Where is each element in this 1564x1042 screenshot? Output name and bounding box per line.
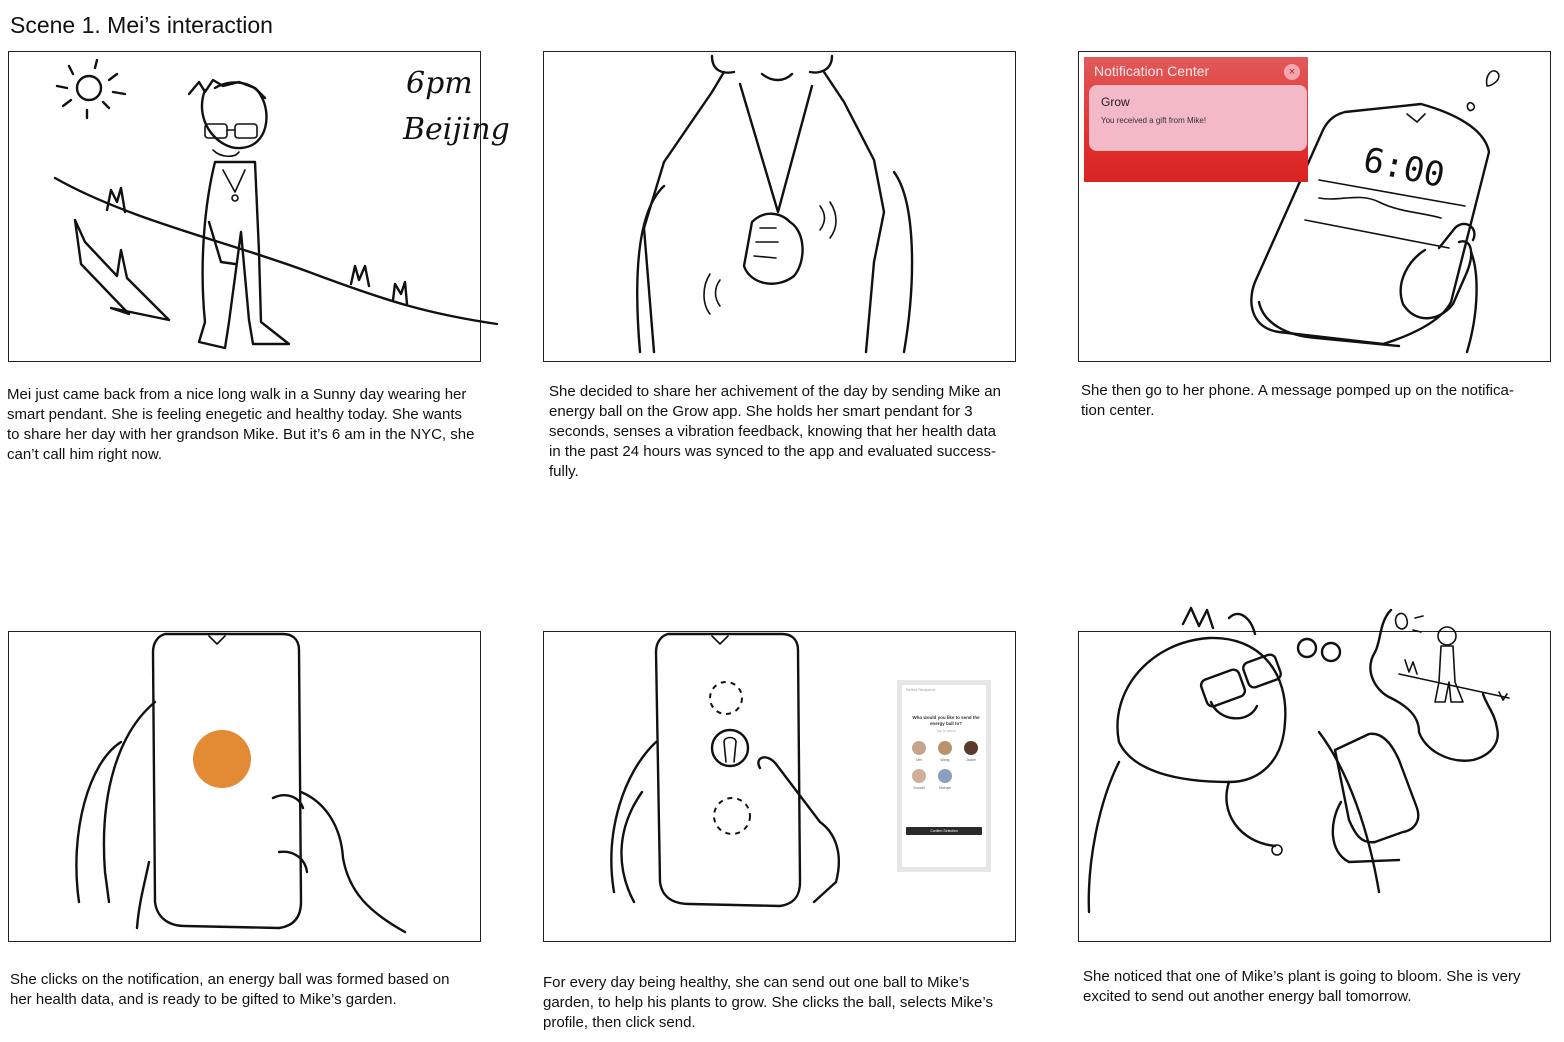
close-icon[interactable]: × (1284, 64, 1300, 80)
notification-app-name: Grow (1101, 95, 1130, 109)
panel-3-caption: She then go to her phone. A message pomp… (1081, 382, 1514, 419)
contact-avatar[interactable] (912, 741, 926, 755)
scene-title: Scene 1. Mei’s interaction (10, 12, 273, 38)
panel-5-caption: For every day being healthy, she can sen… (543, 974, 993, 1031)
panel-2-caption: She decided to share her achivement of t… (549, 383, 1001, 480)
storyboard-panel-6 (1078, 606, 1551, 942)
storyboard-panel-5: Select Recipient Who would you like to s… (543, 631, 1016, 942)
energy-ball[interactable] (193, 730, 251, 788)
confirm-selection-button[interactable]: Confirm Selection (906, 827, 982, 835)
recipient-question: Who would you like to send the energy ba… (912, 715, 980, 726)
notification-header: Notification Center (1094, 63, 1210, 79)
contact-avatar[interactable] (938, 769, 952, 783)
handwritten-city: Beijing (403, 112, 510, 147)
contact-avatar[interactable] (938, 741, 952, 755)
dreaming-sketch (1087, 606, 1510, 914)
panel-6-caption: She noticed that one of Mike’s plant is … (1083, 968, 1521, 1005)
pendant-sketch (636, 54, 914, 354)
handwritten-time: 6pm (406, 66, 473, 101)
recipient-select-screen: Select Recipient Who would you like to s… (897, 680, 991, 872)
storyboard-panel-3: 6:00 Notification Center × Grow You rece… (1078, 51, 1551, 362)
panel-1-caption: Mei just came back from a nice long walk… (7, 386, 475, 463)
sun-icon (75, 74, 103, 102)
contact-avatar[interactable] (912, 769, 926, 783)
storyboard-panel-1: 6pm Beijing (8, 51, 510, 362)
storyboard-panel-4 (8, 631, 481, 942)
notification-center: Notification Center × Grow You received … (1084, 57, 1308, 182)
panel-4-caption: She clicks on the notification, an energ… (10, 971, 450, 1008)
contact-avatar[interactable] (964, 741, 978, 755)
storyboard-panel-2 (543, 51, 1016, 362)
notification-card[interactable]: Grow You received a gift from Mike! (1089, 85, 1307, 151)
energy-ball-sketch (75, 632, 407, 934)
notification-message: You received a gift from Mike! (1101, 116, 1207, 125)
